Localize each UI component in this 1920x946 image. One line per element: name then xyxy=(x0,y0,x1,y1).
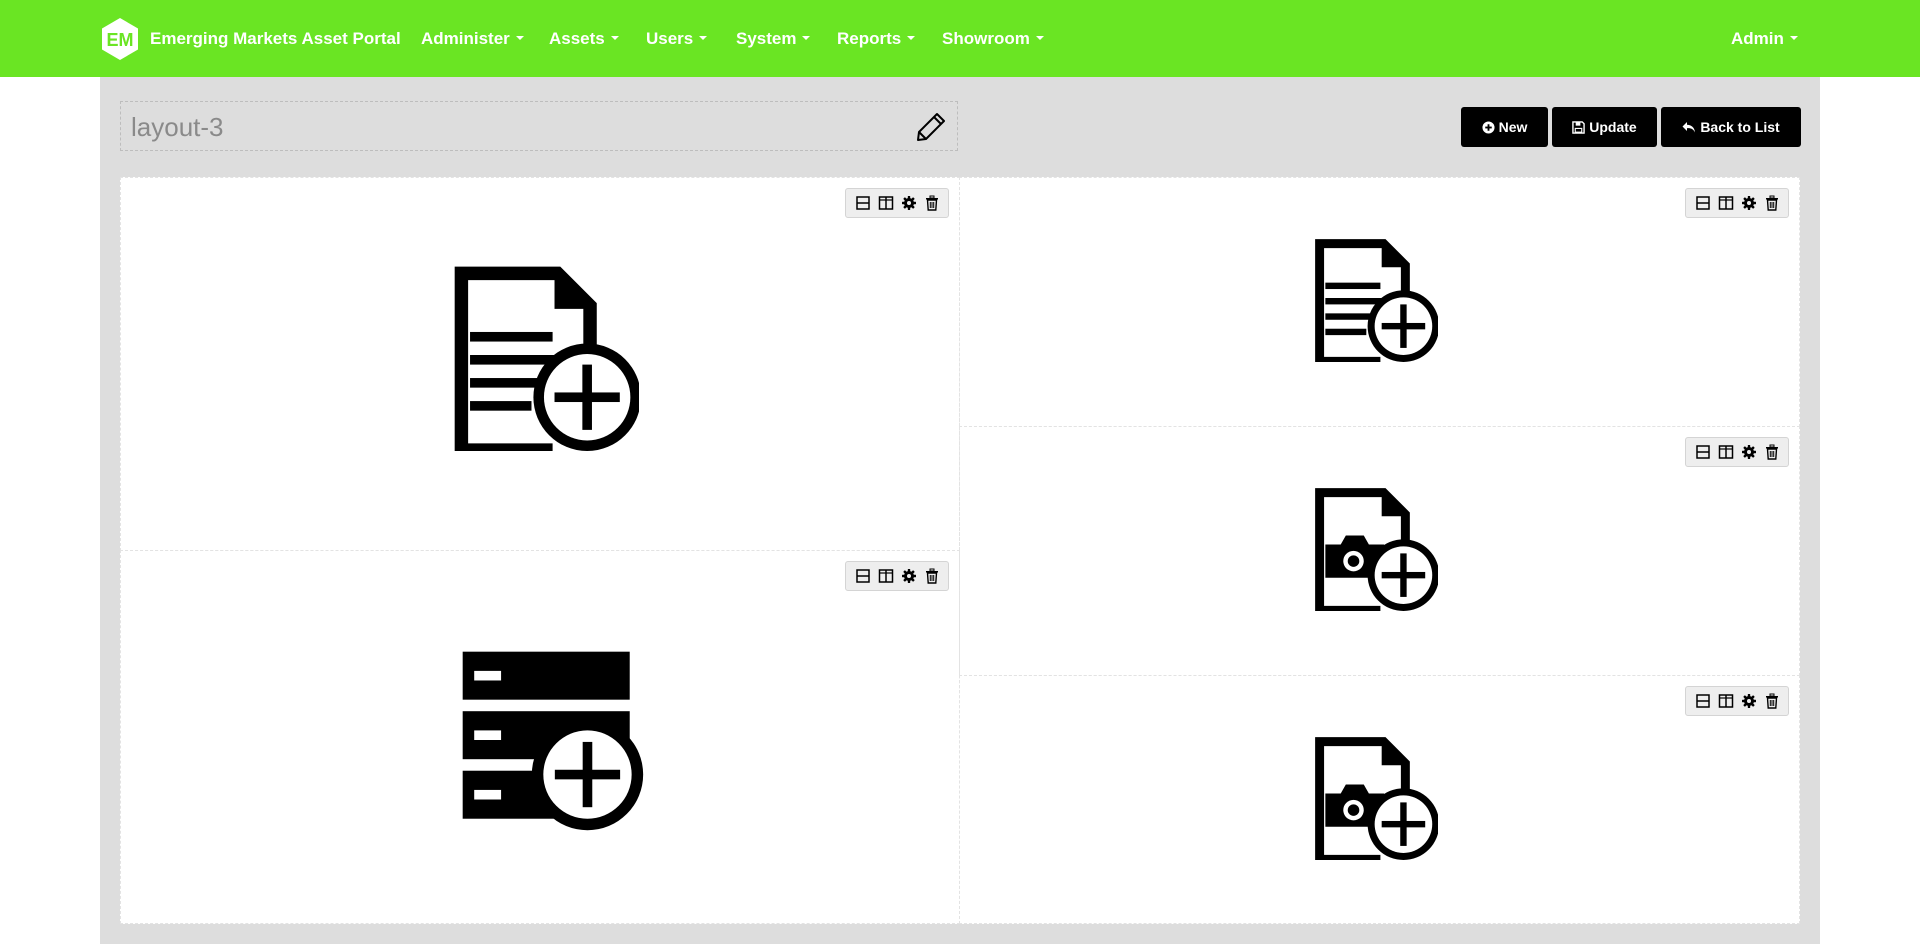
new-button[interactable]: New xyxy=(1461,107,1548,147)
nav-administer[interactable]: Administer xyxy=(421,29,524,49)
cell-toolbar xyxy=(845,188,949,218)
reply-icon xyxy=(1682,121,1696,132)
cell-toolbar xyxy=(1685,686,1789,716)
image-add-icon[interactable] xyxy=(1310,483,1438,611)
chevron-down-icon xyxy=(802,35,811,40)
split-vertical-icon[interactable] xyxy=(1718,693,1734,709)
chevron-down-icon xyxy=(1789,35,1798,40)
chevron-down-icon xyxy=(699,35,708,40)
document-add-icon[interactable] xyxy=(1310,234,1438,362)
update-button-label: Update xyxy=(1589,119,1637,135)
brand-name[interactable]: Emerging Markets Asset Portal xyxy=(150,29,401,49)
split-vertical-icon[interactable] xyxy=(1718,195,1734,211)
nav-administer-label: Administer xyxy=(421,29,510,48)
split-horizontal-icon[interactable] xyxy=(855,568,871,584)
trash-icon[interactable] xyxy=(1764,195,1780,211)
gear-icon[interactable] xyxy=(901,195,917,211)
nav-showroom-label: Showroom xyxy=(942,29,1030,48)
nav-system[interactable]: System xyxy=(736,29,811,49)
gear-icon[interactable] xyxy=(1741,444,1757,460)
layout-cell[interactable] xyxy=(959,675,1800,924)
nav-assets[interactable]: Assets xyxy=(549,29,619,49)
trash-icon[interactable] xyxy=(1764,444,1780,460)
nav-reports[interactable]: Reports xyxy=(837,29,916,49)
nav-system-label: System xyxy=(736,29,797,48)
top-navbar: EM Emerging Markets Asset Portal Adminis… xyxy=(0,0,1920,77)
image-add-icon[interactable] xyxy=(1310,732,1438,860)
layout-cell[interactable] xyxy=(120,550,960,924)
split-horizontal-icon[interactable] xyxy=(1695,195,1711,211)
brand[interactable]: EM Emerging Markets Asset Portal xyxy=(98,17,401,61)
back-to-list-button[interactable]: Back to List xyxy=(1661,107,1801,147)
cell-toolbar xyxy=(1685,437,1789,467)
database-add-icon[interactable] xyxy=(455,644,647,836)
layout-grid xyxy=(120,177,1800,924)
back-to-list-button-label: Back to List xyxy=(1700,119,1780,135)
trash-icon[interactable] xyxy=(1764,693,1780,709)
nav-assets-label: Assets xyxy=(549,29,605,48)
layout-editor: layout-3 New Update Back to List xyxy=(100,77,1820,944)
layout-cell[interactable] xyxy=(120,177,960,551)
chevron-down-icon xyxy=(610,35,619,40)
layout-title[interactable]: layout-3 xyxy=(131,112,224,143)
chevron-down-icon xyxy=(515,35,524,40)
nav-user-label: Admin xyxy=(1731,29,1784,48)
nav-users-label: Users xyxy=(646,29,694,48)
new-button-label: New xyxy=(1498,119,1528,135)
split-vertical-icon[interactable] xyxy=(878,568,894,584)
chevron-down-icon xyxy=(907,35,916,40)
split-vertical-icon[interactable] xyxy=(878,195,894,211)
gear-icon[interactable] xyxy=(1741,693,1757,709)
nav-showroom[interactable]: Showroom xyxy=(942,29,1044,49)
layout-cell[interactable] xyxy=(959,426,1800,676)
svg-text:EM: EM xyxy=(107,30,134,50)
nav-reports-label: Reports xyxy=(837,29,902,48)
gear-icon[interactable] xyxy=(1741,195,1757,211)
brand-logo: EM xyxy=(102,18,138,60)
layout-cell[interactable] xyxy=(959,177,1800,427)
save-icon xyxy=(1572,120,1586,134)
document-add-icon[interactable] xyxy=(447,259,639,451)
split-vertical-icon[interactable] xyxy=(1718,444,1734,460)
trash-icon[interactable] xyxy=(924,568,940,584)
trash-icon[interactable] xyxy=(924,195,940,211)
cell-toolbar xyxy=(845,561,949,591)
gear-icon[interactable] xyxy=(901,568,917,584)
cell-toolbar xyxy=(1685,188,1789,218)
update-button[interactable]: Update xyxy=(1552,107,1657,147)
plus-circle-icon xyxy=(1482,120,1495,134)
split-horizontal-icon[interactable] xyxy=(1695,444,1711,460)
pencil-icon[interactable] xyxy=(915,111,947,143)
chevron-down-icon xyxy=(1035,35,1044,40)
nav-users[interactable]: Users xyxy=(646,29,708,49)
nav-user-menu[interactable]: Admin xyxy=(1731,29,1798,49)
split-horizontal-icon[interactable] xyxy=(855,195,871,211)
split-horizontal-icon[interactable] xyxy=(1695,693,1711,709)
layout-title-box[interactable]: layout-3 xyxy=(120,101,958,151)
